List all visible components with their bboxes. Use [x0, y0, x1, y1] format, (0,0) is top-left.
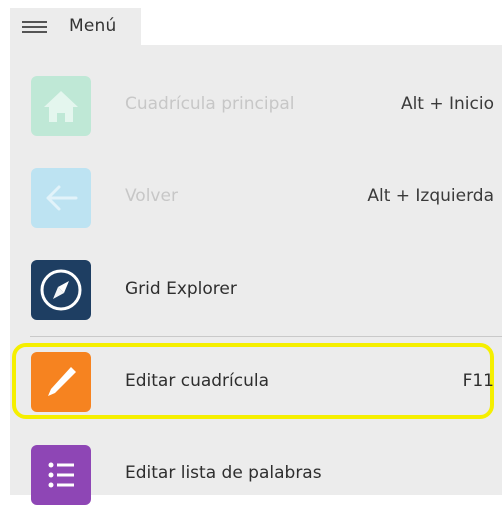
- menu-panel: Cuadrícula principal Alt + Inicio Volver…: [10, 45, 502, 505]
- menu-item-edit-grid[interactable]: Editar cuadrícula F11: [10, 352, 502, 432]
- menu-divider: [30, 336, 502, 337]
- hamburger-icon[interactable]: [22, 21, 47, 33]
- menu-item-back[interactable]: Volver Alt + Izquierda: [10, 168, 502, 248]
- menu-item-label: Grid Explorer: [125, 279, 237, 299]
- menu-item-shortcut: Alt + Inicio: [400, 94, 494, 114]
- menu-item-grid-explorer[interactable]: Grid Explorer: [10, 260, 502, 340]
- home-icon: [31, 76, 91, 136]
- arrow-left-icon: [31, 168, 91, 228]
- menu-item-main-grid[interactable]: Cuadrícula principal Alt + Inicio: [10, 76, 502, 156]
- menu-title: Menú: [69, 16, 117, 36]
- pencil-icon: [31, 352, 91, 412]
- menu-item-shortcut: F11: [462, 371, 494, 391]
- menu-item-label: Cuadrícula principal: [125, 94, 295, 114]
- menu-item-label: Editar lista de palabras: [125, 463, 322, 483]
- list-icon: [31, 445, 91, 505]
- menu-item-label: Volver: [125, 186, 178, 206]
- compass-icon: [31, 260, 91, 320]
- menu-item-edit-word-list[interactable]: Editar lista de palabras: [10, 445, 502, 525]
- menu-item-label: Editar cuadrícula: [125, 371, 270, 391]
- menu-item-shortcut: Alt + Izquierda: [367, 186, 494, 206]
- menu-tab[interactable]: Menú: [10, 8, 141, 45]
